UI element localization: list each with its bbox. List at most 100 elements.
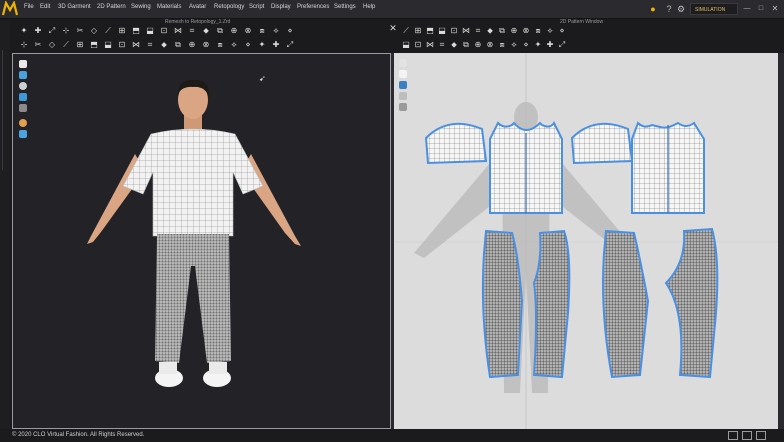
- tool-icon[interactable]: ✂: [76, 27, 84, 35]
- render-icon[interactable]: [19, 130, 27, 138]
- tool-icon[interactable]: ⧈: [258, 27, 266, 35]
- menu-item-preferences[interactable]: Preferences: [297, 4, 329, 10]
- tool-icon[interactable]: ⧉: [174, 41, 182, 49]
- skin-icon[interactable]: [19, 119, 27, 127]
- menu-item-settings[interactable]: Settings: [334, 4, 356, 10]
- pattern-canvas[interactable]: [394, 53, 784, 429]
- tool-icon[interactable]: ⬥: [450, 41, 458, 49]
- right-scroll-strip[interactable]: [778, 53, 784, 429]
- tool-icon[interactable]: ⤢: [48, 27, 56, 35]
- cloud-icon[interactable]: ●: [648, 4, 658, 14]
- layout-single-icon[interactable]: [728, 431, 738, 440]
- tool-icon[interactable]: ⬒: [132, 27, 140, 35]
- tool-icon[interactable]: ⊕: [188, 41, 196, 49]
- menu-item-sewing[interactable]: Sewing: [131, 4, 151, 10]
- menu-item-materials[interactable]: Materials: [157, 4, 181, 10]
- close-icon[interactable]: ✕: [389, 24, 397, 33]
- 2d-pattern-window[interactable]: [394, 53, 784, 429]
- tool-icon[interactable]: ⊡: [160, 27, 168, 35]
- texture-icon[interactable]: [19, 71, 27, 79]
- menu-item-file[interactable]: File: [24, 4, 34, 10]
- menu-item-retopology[interactable]: Retopology: [214, 4, 244, 10]
- tool-icon[interactable]: ⊡: [414, 41, 422, 49]
- tool-icon[interactable]: ⊞: [414, 27, 422, 35]
- close-window-icon[interactable]: ✕: [770, 4, 780, 14]
- tool-icon[interactable]: ⊗: [486, 41, 494, 49]
- tool-icon[interactable]: ✦: [534, 41, 542, 49]
- tool-icon[interactable]: ⟋: [104, 27, 112, 35]
- tool-icon[interactable]: ✚: [546, 41, 554, 49]
- tool-icon[interactable]: ⤢: [286, 41, 294, 49]
- tool-icon[interactable]: ⌗: [188, 27, 196, 35]
- tool-icon[interactable]: ⊗: [244, 27, 252, 35]
- simulation-button[interactable]: SIMULATION: [690, 3, 738, 15]
- tool-icon[interactable]: ⋈: [426, 41, 434, 49]
- tool-icon[interactable]: ⋈: [462, 27, 470, 35]
- tool-icon[interactable]: ⬒: [426, 27, 434, 35]
- tool-icon[interactable]: ⬓: [402, 41, 410, 49]
- tool-icon[interactable]: ⊞: [118, 27, 126, 35]
- help-icon[interactable]: ?: [664, 4, 674, 14]
- menu-item-3d-garment[interactable]: 3D Garment: [58, 4, 91, 10]
- tool-icon[interactable]: ⧈: [498, 41, 506, 49]
- tool-icon[interactable]: ⌗: [438, 41, 446, 49]
- menu-item-script[interactable]: Script: [249, 4, 264, 10]
- tool-icon[interactable]: ⊗: [522, 27, 530, 35]
- tool-icon[interactable]: ◇: [48, 41, 56, 49]
- tool-icon[interactable]: ⊕: [230, 27, 238, 35]
- tool-icon[interactable]: ⊡: [118, 41, 126, 49]
- tool-icon[interactable]: ✦: [20, 27, 28, 35]
- tool-icon[interactable]: ⋄: [286, 27, 294, 35]
- sidebar-tab-library[interactable]: [2, 50, 8, 170]
- avatar-icon[interactable]: [19, 82, 27, 90]
- tool-icon[interactable]: ⋈: [174, 27, 182, 35]
- menu-item-display[interactable]: Display: [271, 4, 291, 10]
- tool-icon[interactable]: ⋄: [558, 27, 566, 35]
- tool-icon[interactable]: ✚: [272, 41, 280, 49]
- tool-icon[interactable]: ⋄: [522, 41, 530, 49]
- tool-icon[interactable]: ⧈: [216, 41, 224, 49]
- tool-icon[interactable]: ⋄: [244, 41, 252, 49]
- tool-icon[interactable]: ✂: [34, 41, 42, 49]
- tool-icon[interactable]: ⊞: [76, 41, 84, 49]
- layout-split-icon[interactable]: [742, 431, 752, 440]
- tool-icon[interactable]: ⧉: [498, 27, 506, 35]
- tool-icon[interactable]: ⊡: [450, 27, 458, 35]
- menu-item-help[interactable]: Help: [363, 4, 375, 10]
- tool-icon[interactable]: ⟋: [402, 27, 410, 35]
- tool-icon[interactable]: ⬓: [104, 41, 112, 49]
- tool-icon[interactable]: ✚: [34, 27, 42, 35]
- tool-icon[interactable]: ✦: [258, 41, 266, 49]
- tool-icon[interactable]: ⬒: [90, 41, 98, 49]
- tool-icon[interactable]: ⊕: [474, 41, 482, 49]
- tool-icon[interactable]: ⋈: [132, 41, 140, 49]
- measure-icon[interactable]: [19, 104, 27, 112]
- tool-icon[interactable]: ⊕: [510, 27, 518, 35]
- tool-icon[interactable]: ⧉: [462, 41, 470, 49]
- layout-grid-icon[interactable]: [756, 431, 766, 440]
- tool-icon[interactable]: ⤢: [558, 41, 566, 49]
- menu-item-avatar[interactable]: Avatar: [189, 4, 206, 10]
- minimize-icon[interactable]: —: [742, 4, 752, 14]
- menu-item-edit[interactable]: Edit: [40, 4, 50, 10]
- shirt-icon[interactable]: [19, 60, 27, 68]
- tool-icon[interactable]: ⟡: [272, 27, 280, 35]
- tool-icon[interactable]: ⬓: [438, 27, 446, 35]
- menu-item-2d-pattern[interactable]: 2D Pattern: [97, 4, 126, 10]
- tool-icon[interactable]: ⬥: [202, 27, 210, 35]
- tool-icon[interactable]: ◇: [90, 27, 98, 35]
- settings-icon[interactable]: ⚙: [676, 4, 686, 14]
- clo-logo-icon[interactable]: [2, 1, 18, 17]
- tool-icon[interactable]: ⊹: [62, 27, 70, 35]
- tool-icon[interactable]: ⟋: [62, 41, 70, 49]
- tool-icon[interactable]: ⊹: [20, 41, 28, 49]
- 3d-garment-viewport[interactable]: ➹: [12, 53, 391, 429]
- pose-icon[interactable]: [19, 93, 27, 101]
- maximize-icon[interactable]: □: [756, 4, 766, 14]
- tool-icon[interactable]: ⬥: [486, 27, 494, 35]
- tool-icon[interactable]: ⟡: [510, 41, 518, 49]
- tool-icon[interactable]: ⟡: [230, 41, 238, 49]
- tool-icon[interactable]: ⬥: [160, 41, 168, 49]
- tool-icon[interactable]: ⊗: [202, 41, 210, 49]
- tool-icon[interactable]: ⧈: [534, 27, 542, 35]
